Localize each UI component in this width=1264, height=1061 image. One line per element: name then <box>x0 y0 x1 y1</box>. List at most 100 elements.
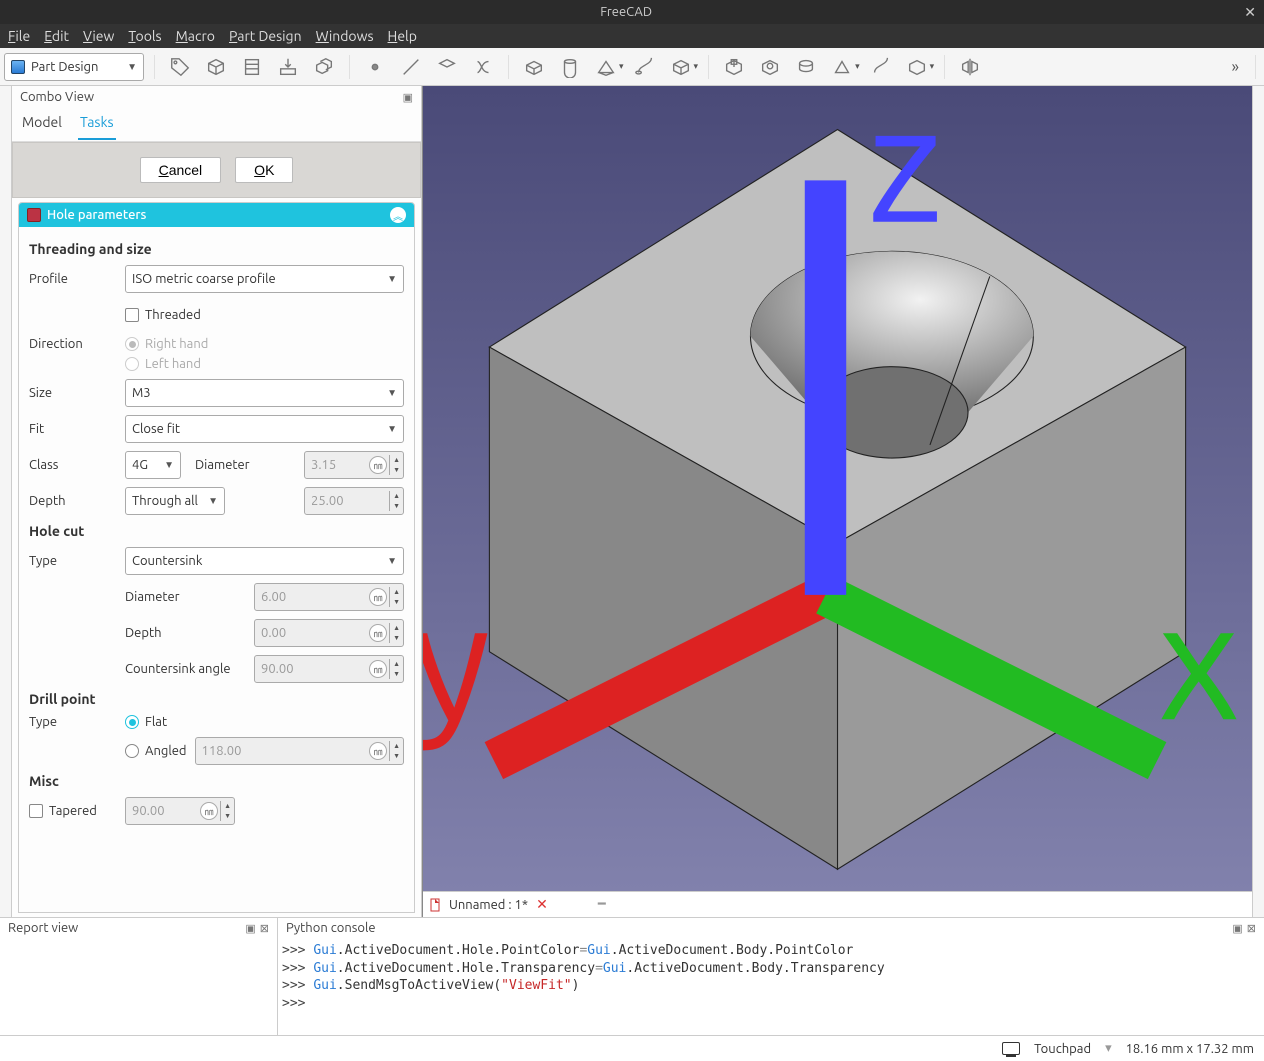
separator <box>708 55 709 79</box>
point-icon[interactable] <box>360 52 390 82</box>
dimensions-readout: 18.16 mm x 17.32 mm <box>1126 1042 1254 1056</box>
unit-icon: ㎚ <box>369 456 387 474</box>
report-body[interactable] <box>0 938 277 1035</box>
menu-macro[interactable]: Macro <box>176 28 215 44</box>
close-icon[interactable]: ✕ <box>536 896 548 913</box>
combo-tabs: Model Tasks <box>12 108 421 142</box>
sub-box-icon[interactable] <box>902 52 932 82</box>
titlebar: FreeCAD ✕ <box>0 0 1264 24</box>
additive-dropdown[interactable]: ▾ <box>591 52 624 82</box>
size-select[interactable]: M3 ▼ <box>125 379 404 407</box>
hc-type-label: Type <box>29 554 117 568</box>
direction-left-hand: Left hand <box>125 357 208 371</box>
groove-icon[interactable] <box>791 52 821 82</box>
menu-edit[interactable]: Edit <box>44 28 69 44</box>
collapse-icon[interactable]: ︽ <box>390 207 406 223</box>
shapebinder-icon[interactable] <box>468 52 498 82</box>
profile-select[interactable]: ISO metric coarse profile ▼ <box>125 265 404 293</box>
hc-angle-spinner: 90.00 ㎚ ▲▼ <box>254 655 404 683</box>
checkbox-icon <box>125 308 139 322</box>
cube-wire-icon[interactable] <box>201 52 231 82</box>
3d-view[interactable]: y x z <box>423 86 1252 891</box>
cancel-button[interactable]: Cancel <box>140 157 222 183</box>
tab-model[interactable]: Model <box>20 108 64 139</box>
task-buttons: Cancel OK <box>12 142 421 198</box>
tag-icon[interactable] <box>165 52 195 82</box>
chevron-down-icon: ▼ <box>387 555 397 567</box>
window-close-icon[interactable]: ✕ <box>1244 4 1256 21</box>
pyconsole-body[interactable]: >>> Gui.ActiveDocument.Hole.PointColor=G… <box>278 938 1264 1035</box>
pad-icon[interactable] <box>519 52 549 82</box>
unit-icon: ㎚ <box>369 742 387 760</box>
combo-view-title: Combo View ▣ <box>12 86 421 108</box>
depth-spinner: 25.00 ▲▼ <box>304 487 404 515</box>
workbench-label: Part Design <box>31 60 98 74</box>
menu-view[interactable]: View <box>83 28 114 44</box>
import-icon[interactable] <box>273 52 303 82</box>
plane-icon[interactable] <box>432 52 462 82</box>
bottom-panes: Report view ▣ ⊠ Python console ▣ ⊠ >>> G… <box>0 917 1264 1035</box>
threaded-checkbox[interactable]: Threaded <box>125 308 201 322</box>
clone-icon[interactable] <box>309 52 339 82</box>
panel-header[interactable]: Hole parameters ︽ <box>19 203 414 227</box>
mirror-icon[interactable] <box>955 52 985 82</box>
menu-help[interactable]: Help <box>388 28 417 44</box>
hc-diameter-spinner: 6.00 ㎚ ▲▼ <box>254 583 404 611</box>
right-dock-strip <box>1252 86 1264 917</box>
size-label: Size <box>29 386 117 400</box>
separator <box>349 55 350 79</box>
drag-handle-icon[interactable]: ━ <box>598 897 608 912</box>
sub-pipe-icon[interactable] <box>866 52 896 82</box>
pocket-icon[interactable] <box>719 52 749 82</box>
line-icon[interactable] <box>396 52 426 82</box>
toolbar-overflow-icon[interactable]: » <box>1225 58 1245 76</box>
dock-options-icon[interactable]: ▣ <box>403 91 413 104</box>
dock-close-icon[interactable]: ⊠ <box>1247 922 1256 935</box>
workbench-selector[interactable]: Part Design ▼ <box>4 53 144 81</box>
hole-icon <box>27 208 41 222</box>
statusbar: Touchpad ▾ 18.16 mm x 17.32 mm <box>0 1035 1264 1061</box>
nav-style[interactable]: Touchpad <box>1034 1042 1091 1056</box>
additive-pipe-icon[interactable] <box>630 52 660 82</box>
hc-angle-label: Countersink angle <box>125 662 241 676</box>
pyconsole-title: Python console <box>286 921 376 935</box>
menu-partdesign[interactable]: Part Design <box>229 28 302 44</box>
unit-icon: ㎚ <box>369 624 387 642</box>
dock-close-icon[interactable]: ⊠ <box>260 922 269 935</box>
sub-loft-dropdown[interactable]: ▾ <box>827 52 860 82</box>
python-console: Python console ▣ ⊠ >>> Gui.ActiveDocumen… <box>278 918 1264 1035</box>
chevron-down-icon: ▼ <box>208 495 218 507</box>
menu-file[interactable]: File <box>8 28 30 44</box>
chevron-down-icon: ▾ <box>855 61 860 72</box>
hole-icon[interactable] <box>755 52 785 82</box>
menu-windows[interactable]: Windows <box>316 28 374 44</box>
menubar: File Edit View Tools Macro Part Design W… <box>0 24 1264 48</box>
radio-icon <box>125 357 139 371</box>
drillpoint-angled[interactable]: Angled <box>125 744 187 758</box>
menu-tools[interactable]: Tools <box>128 28 161 44</box>
tab-tasks[interactable]: Tasks <box>78 108 116 140</box>
hc-type-select[interactable]: Countersink ▼ <box>125 547 404 575</box>
chevron-down-icon: ▼ <box>387 387 397 399</box>
dock-float-icon[interactable]: ▣ <box>1232 922 1242 935</box>
checkbox-icon <box>29 804 43 818</box>
document-tab[interactable]: Unnamed : 1* ✕ ━ <box>423 891 1252 917</box>
direction-right-hand: Right hand <box>125 337 208 351</box>
additive-loft-icon[interactable] <box>591 52 621 82</box>
additive-prim-dropdown[interactable]: ▾ <box>666 52 699 82</box>
sub-loft-icon[interactable] <box>827 52 857 82</box>
section-threading: Threading and size <box>29 241 404 257</box>
toolbar: Part Design ▼ ▾ ▾ ▾ ▾ » <box>0 48 1264 86</box>
additive-box-icon[interactable] <box>666 52 696 82</box>
fit-select[interactable]: Close fit ▼ <box>125 415 404 443</box>
separator <box>154 55 155 79</box>
depth-mode-select[interactable]: Through all ▼ <box>125 487 225 515</box>
ok-button[interactable]: OK <box>235 157 293 183</box>
class-select[interactable]: 4G ▼ <box>125 451 181 479</box>
sub-prim-dropdown[interactable]: ▾ <box>902 52 935 82</box>
tapered-checkbox[interactable]: Tapered <box>29 804 117 818</box>
dock-float-icon[interactable]: ▣ <box>245 922 255 935</box>
revolve-icon[interactable] <box>555 52 585 82</box>
drillpoint-flat[interactable]: Flat <box>125 715 404 729</box>
sheet-icon[interactable] <box>237 52 267 82</box>
